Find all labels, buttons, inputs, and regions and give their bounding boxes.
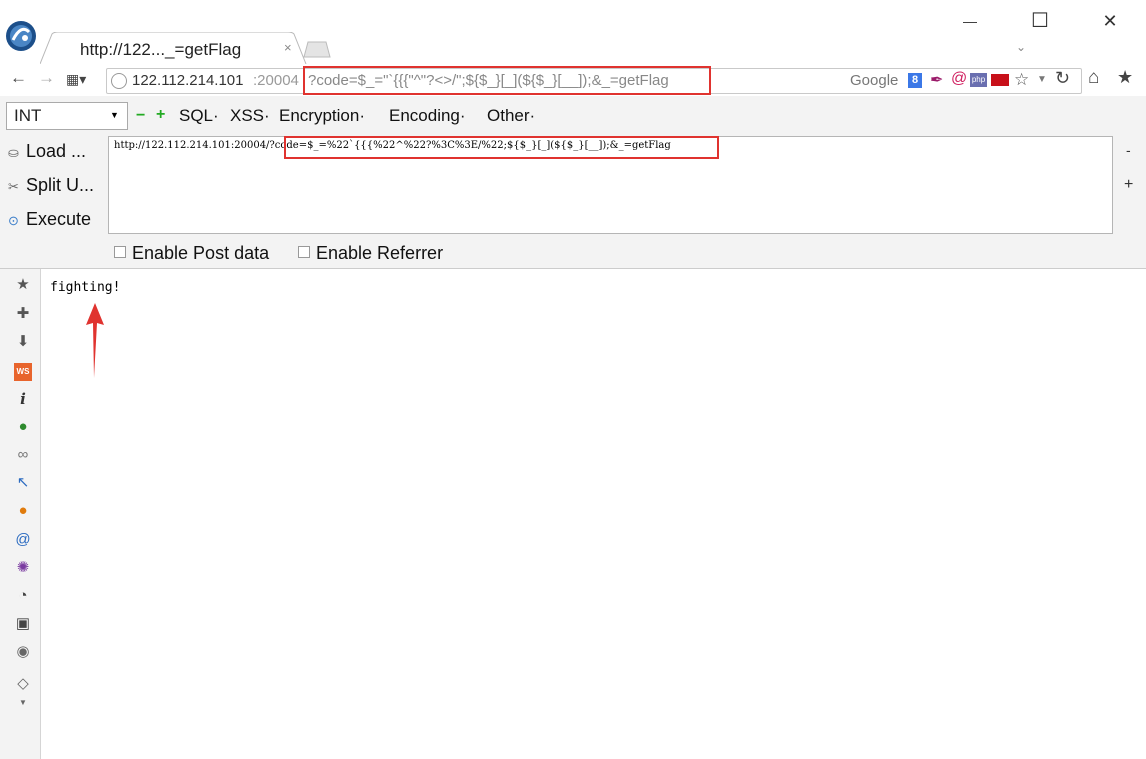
checkbox-icon <box>114 246 126 258</box>
load-label: Load ... <box>26 141 87 161</box>
world-icon[interactable]: ◉ <box>14 643 32 661</box>
dropdown-icon[interactable]: ▼ <box>1037 74 1047 85</box>
red-flag-icon[interactable] <box>991 74 1009 86</box>
search-engine-label[interactable]: Google <box>850 72 898 89</box>
play-icon: ⊙ <box>8 213 19 228</box>
page-output: fighting! <box>50 280 121 295</box>
decrease-icon[interactable]: − <box>136 107 145 125</box>
php-icon[interactable]: php <box>970 73 987 87</box>
menu-other[interactable]: Other· <box>487 106 535 126</box>
web-developer-icon[interactable]: WS <box>14 363 32 381</box>
checkbox-icon <box>298 246 310 258</box>
enable-referrer-checkbox[interactable]: Enable Referrer <box>298 243 443 264</box>
green-ball-icon[interactable]: ● <box>14 418 32 436</box>
increase-icon[interactable]: + <box>156 106 165 124</box>
enable-post-label: Enable Post data <box>132 243 270 263</box>
virus-icon[interactable]: ✺ <box>14 559 32 577</box>
reload-icon[interactable]: ↻ <box>1055 68 1070 89</box>
forward-icon[interactable]: → <box>38 68 55 88</box>
menu-xss[interactable]: XSS· <box>230 106 270 126</box>
split-label: Split U... <box>26 175 95 195</box>
enable-referrer-label: Enable Referrer <box>316 243 444 263</box>
palette-icon[interactable]: ◔ <box>14 587 32 605</box>
download-icon[interactable]: ⬇ <box>14 333 32 351</box>
chevron-down-icon: ▼ <box>110 110 119 120</box>
bookmark-star-icon[interactable]: ☆ <box>1014 70 1029 90</box>
expand-button[interactable]: + <box>1124 176 1133 194</box>
firebug-icon[interactable]: ● <box>14 502 32 520</box>
close-button[interactable]: ✕ <box>1090 6 1130 36</box>
new-tab-button[interactable] <box>302 40 332 58</box>
menu-encoding[interactable]: Encoding· <box>389 106 466 126</box>
browser-logo-icon[interactable] <box>5 20 37 52</box>
search-engine-icon[interactable]: 8 <box>908 73 922 88</box>
more-icon[interactable]: ▼ <box>14 694 32 712</box>
load-icon: ⛀ <box>8 145 19 160</box>
address-highlight-box <box>303 66 711 95</box>
minimize-button[interactable]: — <box>950 6 990 36</box>
apps-grid-icon[interactable]: ▦▾ <box>66 71 86 88</box>
address-host: 122.112.214.101 <box>132 72 244 89</box>
extension-icon[interactable]: ✚ <box>14 305 32 323</box>
execute-button[interactable]: ⊙ Execute <box>8 209 91 230</box>
spiral-icon[interactable]: @ <box>14 531 32 549</box>
star-icon[interactable]: ★ <box>14 276 32 294</box>
address-port: :20004 <box>253 72 299 89</box>
chain-icon[interactable]: ∞ <box>14 446 32 464</box>
back-icon[interactable]: ← <box>10 68 27 88</box>
star-icon[interactable]: ★ <box>1117 67 1133 88</box>
maximize-button[interactable]: ☐ <box>1020 6 1060 36</box>
browser-tab[interactable]: http://122..._=getFlag × <box>40 32 310 64</box>
info-icon[interactable]: i <box>14 390 32 408</box>
eraser-icon[interactable]: ◇ <box>14 675 32 693</box>
feather-icon[interactable]: ✒ <box>930 70 943 90</box>
home-icon[interactable]: ⌂ <box>1088 67 1099 89</box>
grid-icon[interactable]: ▣ <box>14 615 32 633</box>
menu-encryption[interactable]: Encryption· <box>279 106 365 126</box>
shrink-button[interactable]: - <box>1126 142 1131 158</box>
split-url-button[interactable]: ✂ Split U... <box>8 175 94 196</box>
url-highlight-box <box>284 136 719 159</box>
red-arrow-annotation <box>85 303 105 384</box>
tab-menu-icon[interactable]: ⌄ <box>1016 40 1026 54</box>
globe-icon <box>111 73 127 89</box>
type-select-value: INT <box>14 106 42 125</box>
load-url-button[interactable]: ⛀ Load ... <box>8 141 86 162</box>
scissors-icon: ✂ <box>8 179 19 194</box>
tab-title: http://122..._=getFlag <box>80 40 242 59</box>
cursor-icon[interactable]: ↖ <box>14 474 32 492</box>
menu-sql[interactable]: SQL· <box>179 106 219 126</box>
tab-close-icon[interactable]: × <box>284 40 292 55</box>
execute-label: Execute <box>26 209 92 229</box>
debian-icon[interactable]: @ <box>951 70 967 88</box>
enable-post-checkbox[interactable]: Enable Post data <box>114 243 269 264</box>
